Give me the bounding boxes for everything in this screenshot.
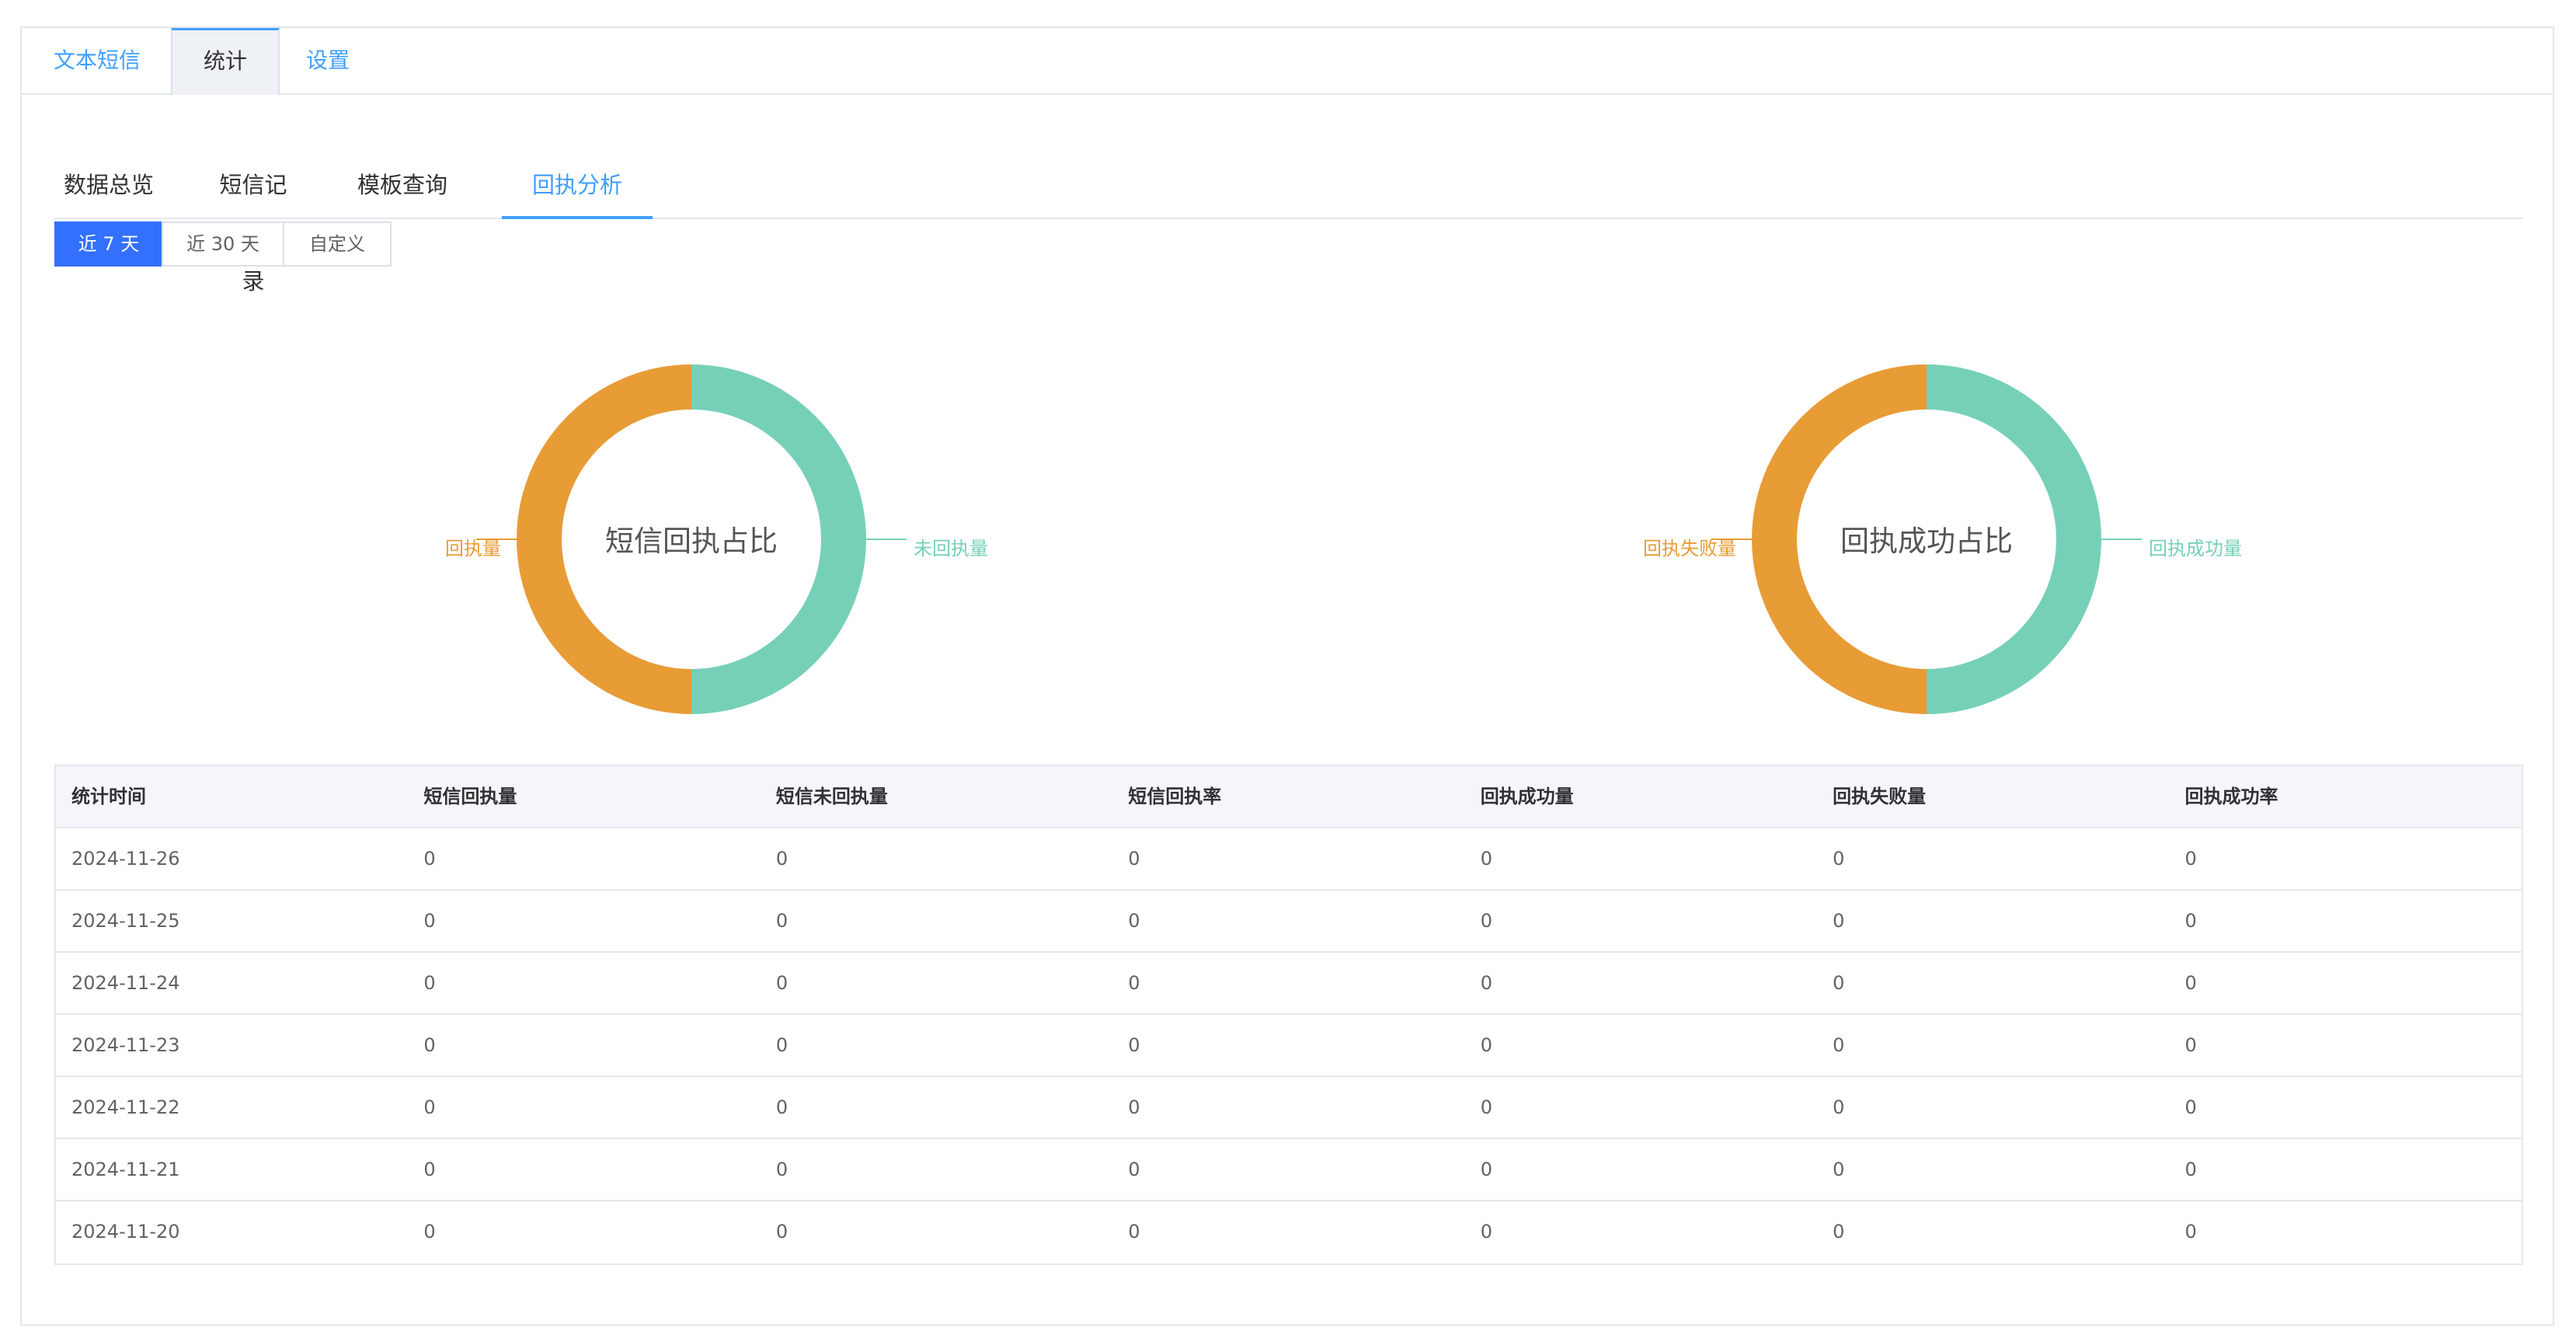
table-cell: 0 [2184, 1096, 2197, 1118]
table-cell: 0 [423, 1159, 436, 1180]
slice-label-receipt-success: 回执成功量 [2149, 538, 2242, 559]
tab-text-sms[interactable]: 文本短信 [22, 28, 172, 93]
subtab-template-query[interactable]: 模板查询 [357, 137, 447, 218]
receipt-stats-table: 统计时间 短信回执量 短信未回执量 短信回执率 回执成功量 回执失败量 回执成功率 2024… [54, 765, 2523, 1265]
table-cell: 0 [1480, 1159, 1492, 1180]
slice-label-no-receipt: 未回执量 [914, 538, 988, 559]
table-cell: 0 [1833, 848, 1845, 870]
table-header-cell: 短信未回执量 [775, 786, 888, 807]
table-row: 2024-11-20 0 0 0 0 0 0 [56, 1201, 2522, 1264]
table-header-row: 统计时间 短信回执量 短信未回执量 短信回执率 回执成功量 回执失败量 回执成功率 [56, 766, 2522, 828]
table-cell: 0 [1833, 1221, 1845, 1243]
table-cell: 0 [1480, 1034, 1492, 1056]
table-cell: 0 [2184, 1034, 2197, 1056]
table-cell: 2024-11-25 [71, 910, 180, 932]
top-tab-bar: 文本短信 统计 设置 [22, 28, 2553, 95]
table-header-cell: 短信回执率 [1128, 786, 1222, 807]
table-cell: 2024-11-20 [71, 1221, 180, 1243]
table-cell: 0 [423, 1096, 436, 1118]
table-cell: 0 [775, 1221, 788, 1243]
table-cell: 0 [1833, 972, 1845, 994]
table-body: 2024-11-26 0 0 0 0 0 0 2024-11-25 0 0 0 0 0 0 2024-11-… [56, 828, 2522, 1264]
table-header-cell: 短信回执量 [423, 786, 517, 807]
table-cell: 0 [1833, 910, 1845, 932]
range-7-days-button[interactable]: 近 7 天 [54, 221, 163, 267]
slice-label-receipt-failed: 回执失败量 [1643, 538, 1736, 559]
table-cell: 0 [423, 848, 436, 870]
table-row: 2024-11-21 0 0 0 0 0 0 [56, 1139, 2522, 1201]
subtab-receipt-analysis[interactable]: 回执分析 [502, 137, 653, 219]
subtab-sms-records[interactable]: 短信记录 [210, 137, 297, 295]
table-cell: 0 [2184, 972, 2197, 994]
table-cell: 0 [775, 848, 788, 870]
tab-settings[interactable]: 设置 [280, 28, 376, 93]
table-cell: 0 [775, 910, 788, 932]
table-cell: 0 [2184, 1221, 2197, 1243]
table-cell: 0 [1833, 1034, 1845, 1056]
table-cell: 0 [1128, 1096, 1140, 1118]
table-cell: 0 [775, 1034, 788, 1056]
table-cell: 0 [423, 1034, 436, 1056]
receipt-success-ratio-chart: 回执成功占比 回执失败量 回执成功量 [1460, 354, 2393, 727]
chart-center-title: 短信回执占比 [605, 525, 778, 558]
range-30-days-button[interactable]: 近 30 天 [162, 221, 284, 267]
table-row: 2024-11-22 0 0 0 0 0 0 [56, 1077, 2522, 1139]
table-cell: 0 [423, 910, 436, 932]
table-cell: 0 [1128, 848, 1140, 870]
table-row: 2024-11-26 0 0 0 0 0 0 [56, 828, 2522, 891]
table-cell: 0 [2184, 1159, 2197, 1180]
table-cell: 0 [1833, 1096, 1845, 1118]
table-header-cell: 回执成功率 [2184, 786, 2278, 807]
table-cell: 0 [1480, 910, 1492, 932]
table-row: 2024-11-24 0 0 0 0 0 0 [56, 953, 2522, 1015]
table-cell: 0 [423, 1221, 436, 1243]
table-header-cell: 统计时间 [71, 786, 146, 807]
slice-label-receipt: 回执量 [445, 538, 501, 559]
range-custom-button[interactable]: 自定义 [283, 221, 392, 267]
table-cell: 0 [1480, 1096, 1492, 1118]
table-cell: 0 [1480, 1221, 1492, 1243]
table-cell: 0 [775, 1096, 788, 1118]
table-cell: 2024-11-22 [71, 1096, 180, 1118]
table-header-cell: 回执成功量 [1480, 786, 1574, 807]
table-cell: 0 [1128, 972, 1140, 994]
table-header-cell: 回执失败量 [1833, 786, 1927, 807]
table-cell: 2024-11-21 [71, 1159, 180, 1180]
subtab-data-overview[interactable]: 数据总览 [54, 137, 163, 218]
table-row: 2024-11-25 0 0 0 0 0 0 [56, 891, 2522, 953]
table-cell: 0 [1833, 1159, 1845, 1180]
date-range-group: 近 7 天 近 30 天 自定义 [54, 221, 392, 267]
table-cell: 2024-11-23 [71, 1034, 180, 1056]
table-cell: 0 [1128, 910, 1140, 932]
stats-panel: 文本短信 统计 设置 数据总览 短信记录 模板查询 回执分析 近 7 天 近 3… [20, 26, 2554, 1326]
tab-statistics[interactable]: 统计 [171, 28, 280, 95]
receipt-ratio-chart: 短信回执占比 回执量 未回执量 [225, 354, 1157, 727]
table-cell: 2024-11-24 [71, 972, 180, 994]
chart-center-title: 回执成功占比 [1840, 525, 2013, 558]
table-cell: 0 [1480, 848, 1492, 870]
table-cell: 0 [1128, 1159, 1140, 1180]
table-cell: 0 [423, 972, 436, 994]
sub-tab-bar: 数据总览 短信记录 模板查询 回执分析 [54, 137, 2523, 295]
table-cell: 0 [1480, 972, 1492, 994]
table-cell: 0 [1128, 1034, 1140, 1056]
table-cell: 0 [2184, 910, 2197, 932]
table-cell: 0 [1128, 1221, 1140, 1243]
table-cell: 0 [775, 1159, 788, 1180]
table-cell: 2024-11-26 [71, 848, 180, 870]
table-cell: 0 [2184, 848, 2197, 870]
table-cell: 0 [775, 972, 788, 994]
table-row: 2024-11-23 0 0 0 0 0 0 [56, 1015, 2522, 1077]
